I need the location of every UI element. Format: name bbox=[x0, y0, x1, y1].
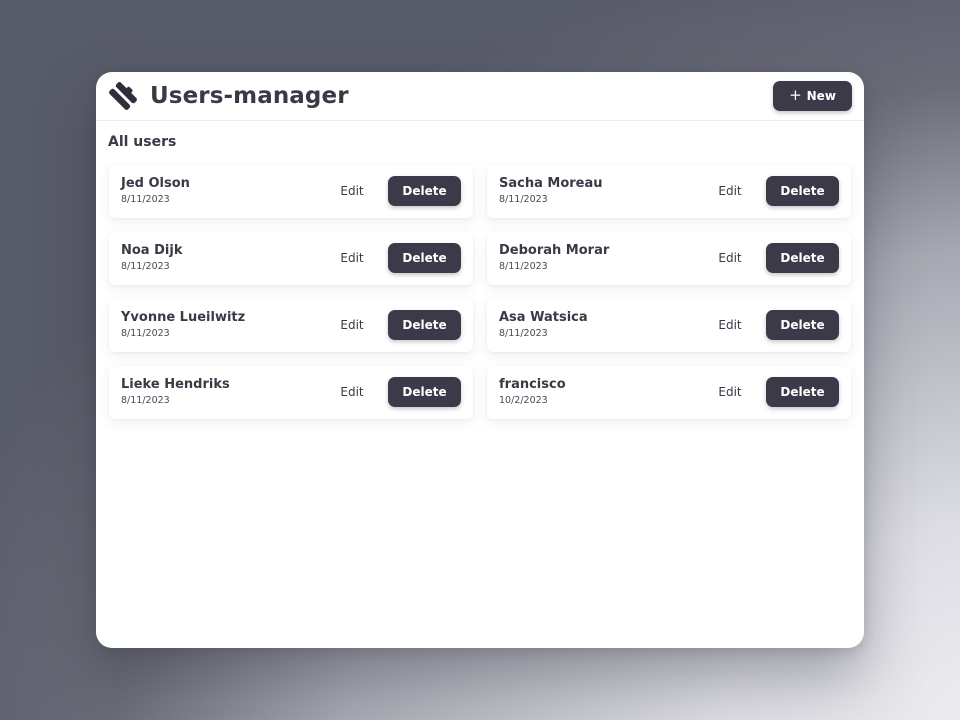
user-name: Lieke Hendriks bbox=[121, 377, 230, 392]
delete-button[interactable]: Delete bbox=[766, 310, 839, 340]
user-card: Asa Watsica 8/11/2023 Edit Delete bbox=[487, 299, 851, 352]
user-name: francisco bbox=[499, 377, 566, 392]
user-name: Sacha Moreau bbox=[499, 176, 603, 191]
delete-button[interactable]: Delete bbox=[388, 310, 461, 340]
new-user-button[interactable]: + New bbox=[773, 81, 852, 111]
delete-button[interactable]: Delete bbox=[388, 176, 461, 206]
user-name: Jed Olson bbox=[121, 176, 190, 191]
user-date: 8/11/2023 bbox=[499, 328, 548, 339]
user-name: Yvonne Lueilwitz bbox=[121, 310, 246, 325]
plus-icon: + bbox=[789, 86, 802, 104]
user-date: 8/11/2023 bbox=[121, 194, 170, 205]
edit-button[interactable]: Edit bbox=[327, 310, 377, 340]
edit-button[interactable]: Edit bbox=[327, 377, 377, 407]
app-window: Users-manager + New All users Jed Olson … bbox=[96, 72, 864, 648]
user-card: Jed Olson 8/11/2023 Edit Delete bbox=[109, 165, 473, 218]
user-date: 8/11/2023 bbox=[121, 328, 170, 339]
user-card: Lieke Hendriks 8/11/2023 Edit Delete bbox=[109, 366, 473, 419]
logo-diamond-icon bbox=[109, 82, 137, 110]
user-card: francisco 10/2/2023 Edit Delete bbox=[487, 366, 851, 419]
user-card: Yvonne Lueilwitz 8/11/2023 Edit Delete bbox=[109, 299, 473, 352]
section-title: All users bbox=[108, 134, 177, 150]
delete-button[interactable]: Delete bbox=[388, 377, 461, 407]
user-name: Deborah Morar bbox=[499, 243, 610, 258]
user-card: Noa Dijk 8/11/2023 Edit Delete bbox=[109, 232, 473, 285]
user-card: Deborah Morar 8/11/2023 Edit Delete bbox=[487, 232, 851, 285]
user-date: 8/11/2023 bbox=[121, 395, 170, 406]
edit-button[interactable]: Edit bbox=[705, 243, 755, 273]
user-date: 8/11/2023 bbox=[499, 194, 548, 205]
delete-button[interactable]: Delete bbox=[766, 377, 839, 407]
app-title: Users-manager bbox=[150, 83, 349, 109]
user-list: Jed Olson 8/11/2023 Edit Delete Sacha Mo… bbox=[109, 165, 851, 419]
delete-button[interactable]: Delete bbox=[388, 243, 461, 273]
user-date: 10/2/2023 bbox=[499, 395, 548, 406]
edit-button[interactable]: Edit bbox=[705, 377, 755, 407]
user-name: Asa Watsica bbox=[499, 310, 588, 325]
user-card: Sacha Moreau 8/11/2023 Edit Delete bbox=[487, 165, 851, 218]
new-button-label: New bbox=[806, 89, 836, 103]
edit-button[interactable]: Edit bbox=[705, 176, 755, 206]
edit-button[interactable]: Edit bbox=[327, 243, 377, 273]
delete-button[interactable]: Delete bbox=[766, 243, 839, 273]
user-name: Noa Dijk bbox=[121, 243, 183, 258]
edit-button[interactable]: Edit bbox=[705, 310, 755, 340]
app-header: Users-manager + New bbox=[96, 72, 864, 121]
user-date: 8/11/2023 bbox=[499, 261, 548, 272]
user-date: 8/11/2023 bbox=[121, 261, 170, 272]
edit-button[interactable]: Edit bbox=[327, 176, 377, 206]
delete-button[interactable]: Delete bbox=[766, 176, 839, 206]
